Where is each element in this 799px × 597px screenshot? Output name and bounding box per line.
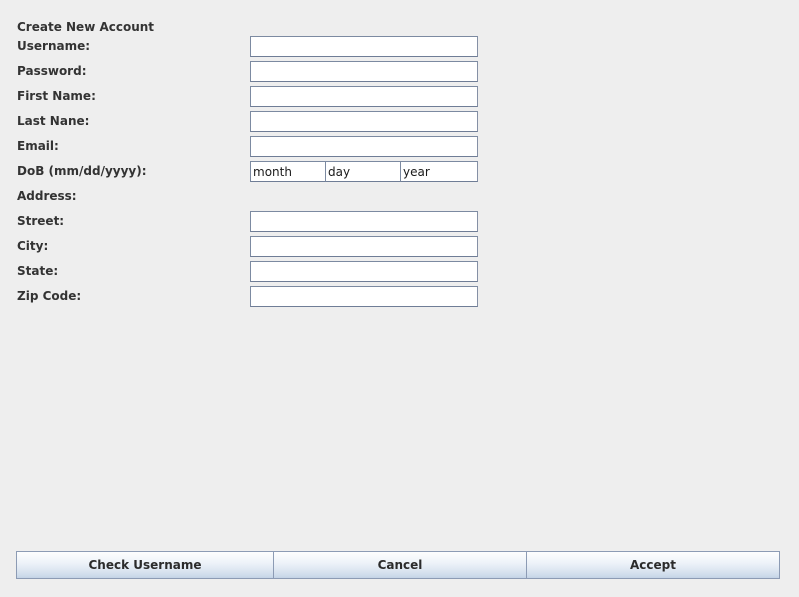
zip-code-input[interactable]	[250, 286, 478, 307]
last-name-label: Last Nane:	[17, 114, 90, 128]
form-row-first-name: First Name:	[0, 84, 799, 109]
street-label: Street:	[17, 214, 65, 228]
form-row-username: Username:	[0, 34, 799, 59]
account-form-panel: Create New Account Username: Password: F…	[0, 0, 799, 540]
dob-year-input[interactable]	[400, 161, 478, 182]
email-label: Email:	[17, 139, 59, 153]
check-username-button[interactable]: Check Username	[16, 551, 273, 579]
button-bar: Check Username Cancel Accept	[16, 551, 780, 579]
form-row-state: State:	[0, 259, 799, 284]
form-row-password: Password:	[0, 59, 799, 84]
form-row-zip-code: Zip Code:	[0, 284, 799, 309]
city-input[interactable]	[250, 236, 478, 257]
form-row-last-name: Last Nane:	[0, 109, 799, 134]
accept-button[interactable]: Accept	[526, 551, 780, 579]
form-row-address-section: Address:	[0, 184, 799, 209]
page-title: Create New Account	[17, 20, 155, 34]
form-row-email: Email:	[0, 134, 799, 159]
cancel-button[interactable]: Cancel	[273, 551, 526, 579]
form-row-dob: DoB (mm/dd/yyyy):	[0, 159, 799, 184]
first-name-input[interactable]	[250, 86, 478, 107]
email-input[interactable]	[250, 136, 478, 157]
street-input[interactable]	[250, 211, 478, 232]
dob-month-input[interactable]	[250, 161, 326, 182]
dob-label: DoB (mm/dd/yyyy):	[17, 164, 147, 178]
form-row-street: Street:	[0, 209, 799, 234]
last-name-input[interactable]	[250, 111, 478, 132]
state-label: State:	[17, 264, 59, 278]
password-input[interactable]	[250, 61, 478, 82]
first-name-label: First Name:	[17, 89, 96, 103]
state-input[interactable]	[250, 261, 478, 282]
dob-day-input[interactable]	[325, 161, 401, 182]
form-row-city: City:	[0, 234, 799, 259]
create-account-window: Create New Account Username: Password: F…	[0, 0, 799, 597]
username-label: Username:	[17, 39, 91, 53]
zip-code-label: Zip Code:	[17, 289, 82, 303]
city-label: City:	[17, 239, 49, 253]
password-label: Password:	[17, 64, 87, 78]
username-input[interactable]	[250, 36, 478, 57]
address-section-label: Address:	[17, 189, 77, 203]
